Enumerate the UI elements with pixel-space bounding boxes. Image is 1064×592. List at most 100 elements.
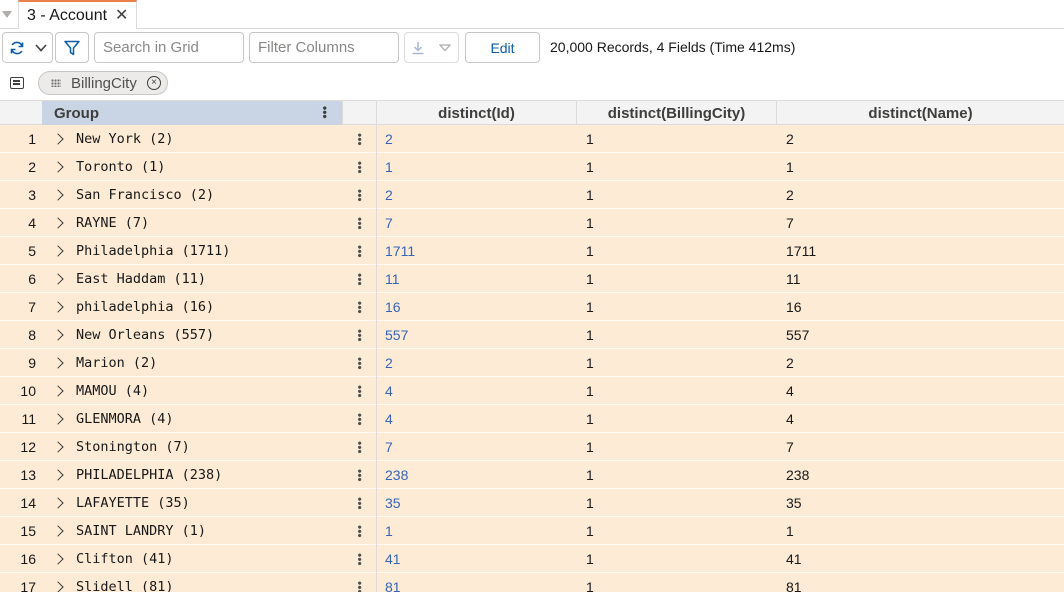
expand-chevron-icon[interactable] <box>52 385 64 397</box>
group-cell[interactable]: LAFAYETTE (35) <box>52 489 342 517</box>
row-actions-icon[interactable]: ••• <box>342 125 377 153</box>
expand-chevron-icon[interactable] <box>52 217 64 229</box>
group-cell[interactable]: Toronto (1) <box>52 153 342 181</box>
group-cell[interactable]: Clifton (41) <box>52 545 342 573</box>
group-cell[interactable]: Philadelphia (1711) <box>52 237 342 265</box>
distinct-id-cell[interactable]: 11 <box>385 265 400 293</box>
distinct-billingcity-cell[interactable]: 1 <box>586 461 594 489</box>
group-panel-icon[interactable] <box>10 77 24 89</box>
row-actions-icon[interactable]: ••• <box>342 545 377 573</box>
group-cell[interactable]: PHILADELPHIA (238) <box>52 461 342 489</box>
distinct-id-cell[interactable]: 7 <box>385 209 393 237</box>
distinct-id-cell[interactable]: 7 <box>385 433 393 461</box>
group-cell[interactable]: Slidell (81) <box>52 573 342 592</box>
expand-chevron-icon[interactable] <box>52 329 64 341</box>
expand-chevron-icon[interactable] <box>52 525 64 537</box>
distinct-billingcity-cell[interactable]: 1 <box>586 405 594 433</box>
distinct-name-cell[interactable]: 35 <box>786 489 802 517</box>
table-row[interactable]: 17 Slidell (81) ••• 81 1 81 <box>0 573 1064 592</box>
edit-button[interactable]: Edit <box>465 32 540 63</box>
filter-columns-input[interactable] <box>249 32 399 63</box>
group-cell[interactable]: New York (2) <box>52 125 342 153</box>
tab-list-caret-icon[interactable] <box>2 11 12 18</box>
group-cell[interactable]: Marion (2) <box>52 349 342 377</box>
expand-chevron-icon[interactable] <box>52 497 64 509</box>
group-cell[interactable]: New Orleans (557) <box>52 321 342 349</box>
table-row[interactable]: 7 philadelphia (16) ••• 16 1 16 <box>0 293 1064 321</box>
distinct-billingcity-cell[interactable]: 1 <box>586 517 594 545</box>
distinct-name-cell[interactable]: 7 <box>786 209 794 237</box>
distinct-name-cell[interactable]: 1 <box>786 153 794 181</box>
export-button[interactable] <box>405 33 432 62</box>
table-row[interactable]: 12 Stonington (7) ••• 7 1 7 <box>0 433 1064 461</box>
distinct-billingcity-cell[interactable]: 1 <box>586 293 594 321</box>
column-menu-icon[interactable]: ••• <box>318 106 332 119</box>
distinct-name-cell[interactable]: 7 <box>786 433 794 461</box>
distinct-name-cell[interactable]: 41 <box>786 545 802 573</box>
row-actions-icon[interactable]: ••• <box>342 405 377 433</box>
group-cell[interactable]: SAINT LANDRY (1) <box>52 517 342 545</box>
distinct-id-cell[interactable]: 1 <box>385 517 393 545</box>
close-icon[interactable]: ✕ <box>115 7 128 24</box>
group-cell[interactable]: San Francisco (2) <box>52 181 342 209</box>
row-actions-icon[interactable]: ••• <box>342 489 377 517</box>
header-group[interactable]: Group ••• <box>42 101 342 125</box>
distinct-billingcity-cell[interactable]: 1 <box>586 153 594 181</box>
distinct-name-cell[interactable]: 4 <box>786 405 794 433</box>
distinct-id-cell[interactable]: 41 <box>385 545 401 573</box>
search-in-grid-input[interactable] <box>94 32 244 63</box>
expand-chevron-icon[interactable] <box>52 189 64 201</box>
distinct-id-cell[interactable]: 81 <box>385 573 401 592</box>
distinct-name-cell[interactable]: 16 <box>786 293 802 321</box>
distinct-name-cell[interactable]: 238 <box>786 461 809 489</box>
row-actions-icon[interactable]: ••• <box>342 293 377 321</box>
table-row[interactable]: 13 PHILADELPHIA (238) ••• 238 1 238 <box>0 461 1064 489</box>
table-row[interactable]: 8 New Orleans (557) ••• 557 1 557 <box>0 321 1064 349</box>
distinct-name-cell[interactable]: 4 <box>786 377 794 405</box>
distinct-billingcity-cell[interactable]: 1 <box>586 237 594 265</box>
group-cell[interactable]: philadelphia (16) <box>52 293 342 321</box>
table-row[interactable]: 5 Philadelphia (1711) ••• 1711 1 1711 <box>0 237 1064 265</box>
header-distinct-id[interactable]: distinct(Id) <box>377 101 577 125</box>
distinct-id-cell[interactable]: 4 <box>385 377 393 405</box>
table-row[interactable]: 4 RAYNE (7) ••• 7 1 7 <box>0 209 1064 237</box>
expand-chevron-icon[interactable] <box>52 581 64 592</box>
group-cell[interactable]: RAYNE (7) <box>52 209 342 237</box>
refresh-button[interactable] <box>3 33 30 62</box>
drag-handle-icon[interactable] <box>51 79 61 87</box>
distinct-id-cell[interactable]: 35 <box>385 489 401 517</box>
group-cell[interactable]: East Haddam (11) <box>52 265 342 293</box>
export-options-dropdown[interactable] <box>432 33 459 62</box>
distinct-name-cell[interactable]: 81 <box>786 573 802 592</box>
row-actions-icon[interactable]: ••• <box>342 517 377 545</box>
distinct-name-cell[interactable]: 2 <box>786 125 794 153</box>
distinct-name-cell[interactable]: 2 <box>786 181 794 209</box>
expand-chevron-icon[interactable] <box>52 441 64 453</box>
group-cell[interactable]: MAMOU (4) <box>52 377 342 405</box>
distinct-id-cell[interactable]: 1711 <box>385 237 415 265</box>
group-cell[interactable]: Stonington (7) <box>52 433 342 461</box>
expand-chevron-icon[interactable] <box>52 245 64 257</box>
row-actions-icon[interactable]: ••• <box>342 461 377 489</box>
distinct-id-cell[interactable]: 557 <box>385 321 408 349</box>
expand-chevron-icon[interactable] <box>52 357 64 369</box>
table-row[interactable]: 15 SAINT LANDRY (1) ••• 1 1 1 <box>0 517 1064 545</box>
row-actions-icon[interactable]: ••• <box>342 265 377 293</box>
table-row[interactable]: 9 Marion (2) ••• 2 1 2 <box>0 349 1064 377</box>
table-row[interactable]: 11 GLENMORA (4) ••• 4 1 4 <box>0 405 1064 433</box>
distinct-id-cell[interactable]: 2 <box>385 349 393 377</box>
expand-chevron-icon[interactable] <box>52 413 64 425</box>
group-by-chip[interactable]: BillingCity × <box>38 71 168 95</box>
distinct-billingcity-cell[interactable]: 1 <box>586 265 594 293</box>
table-row[interactable]: 3 San Francisco (2) ••• 2 1 2 <box>0 181 1064 209</box>
header-distinct-name[interactable]: distinct(Name) <box>777 101 1064 125</box>
table-row[interactable]: 1 New York (2) ••• 2 1 2 <box>0 125 1064 153</box>
row-actions-icon[interactable]: ••• <box>342 321 377 349</box>
table-row[interactable]: 6 East Haddam (11) ••• 11 1 11 <box>0 265 1064 293</box>
row-actions-icon[interactable]: ••• <box>342 209 377 237</box>
table-row[interactable]: 2 Toronto (1) ••• 1 1 1 <box>0 153 1064 181</box>
table-row[interactable]: 14 LAFAYETTE (35) ••• 35 1 35 <box>0 489 1064 517</box>
distinct-billingcity-cell[interactable]: 1 <box>586 209 594 237</box>
table-row[interactable]: 16 Clifton (41) ••• 41 1 41 <box>0 545 1064 573</box>
distinct-billingcity-cell[interactable]: 1 <box>586 349 594 377</box>
